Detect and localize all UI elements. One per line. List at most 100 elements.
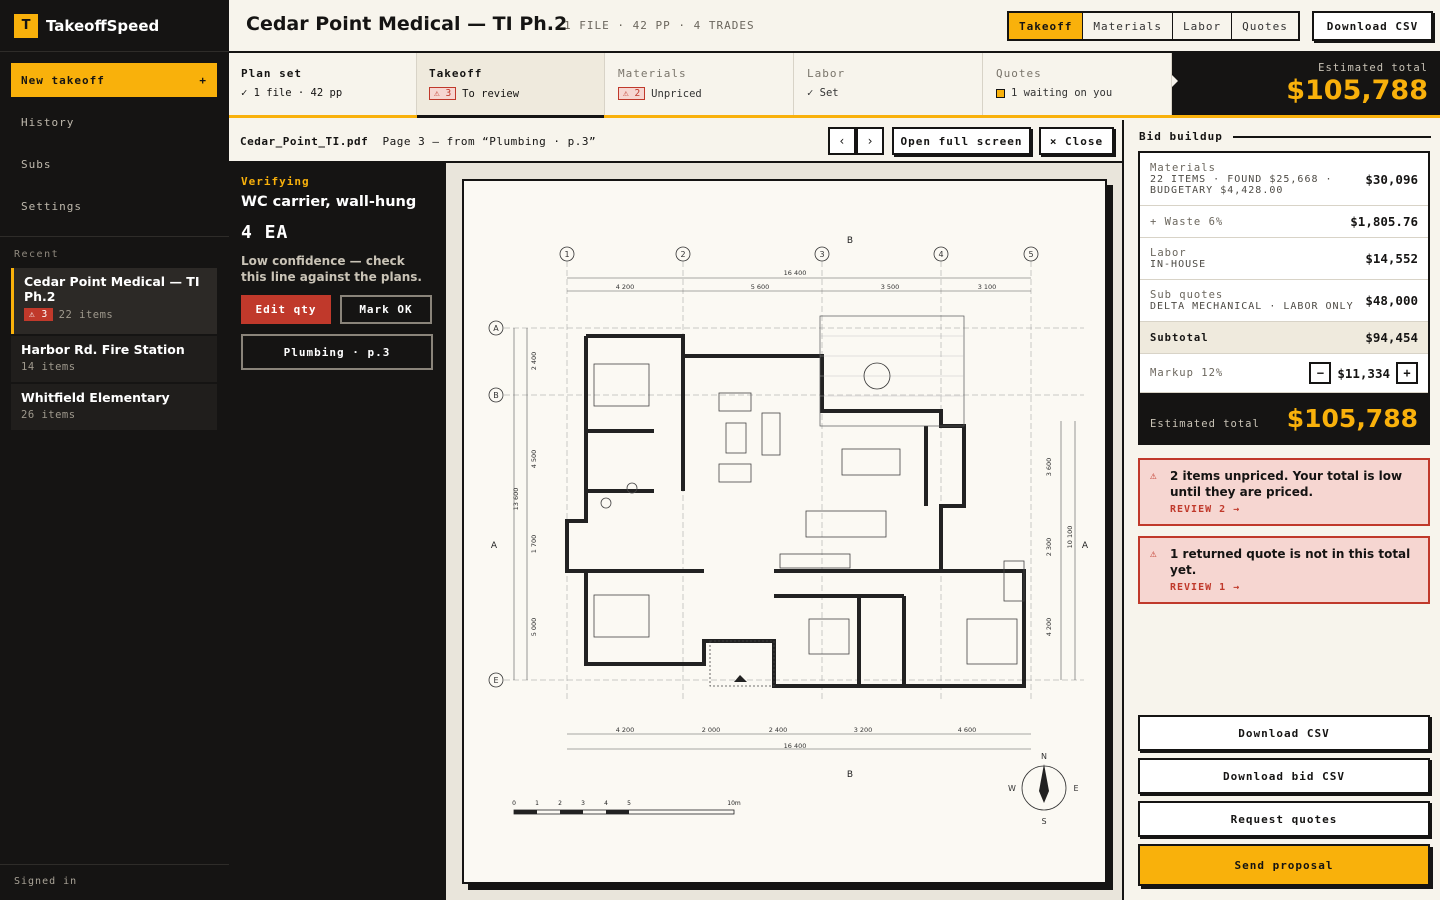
markup-increase-button[interactable]: + [1396,362,1418,384]
plus-icon: + [199,73,207,87]
edit-qty-button[interactable]: Edit qty [241,295,331,324]
tab-takeoff[interactable]: Takeoff [1009,13,1083,39]
recent-item-title: Cedar Point Medical — TI Ph.2 [24,274,200,304]
grid-label: 4 [938,250,943,259]
dimension-label: 16 400 [784,742,807,750]
page-info: Page 3 — from “Plumbing · p.3” [382,135,597,148]
alert-message: 2 items unpriced. Your total is low unti… [1170,469,1403,499]
alert-quote: ⚠ 1 returned quote is not in this total … [1138,536,1430,604]
workflow-steps: Plan set ✓ 1 file · 42 pp Takeoff ⚠ 3 To… [229,53,1440,118]
warning-icon: ⚠ [1150,547,1157,560]
view-tabs: Takeoff Materials Labor Quotes [1007,11,1300,41]
dimension-label: 2 400 [769,726,788,734]
dimension-label: 4 200 [616,283,635,291]
step-takeoff[interactable]: Takeoff ⚠ 3 To review [417,53,605,118]
signed-in-status[interactable]: Signed in [14,876,77,887]
bid-buildup-title: Bid buildup [1139,130,1223,143]
open-full-screen-button[interactable]: Open full screen [892,127,1031,155]
recent-item-meta: 26 items [21,409,76,421]
grid-label: 5 [1028,250,1033,259]
total-value: $105,788 [1286,403,1418,433]
grid-label: 1 [564,250,569,259]
close-viewer-button[interactable]: × Close [1039,127,1114,155]
plan-viewer[interactable]: 1 2 3 4 5 A B E 16 400 4 200 5 600 3 500… [446,163,1122,900]
scale-label: 1 [535,800,539,807]
recent-item-meta: 22 items [58,308,114,321]
row-value: $48,000 [1365,293,1418,308]
recent-label: Recent [14,249,60,260]
tab-materials[interactable]: Materials [1082,13,1172,39]
request-quotes-button[interactable]: Request quotes [1138,801,1430,837]
dimension-label: 16 400 [784,269,807,277]
bid-row-markup: Markup 12% − $11,334 + [1140,354,1428,393]
total-label: Estimated total [1150,418,1260,430]
compass-label: N [1041,752,1047,761]
sidebar-item-settings[interactable]: Settings [21,200,82,213]
compass-icon: N E S W [1008,752,1078,826]
bid-buildup-table: Materials 22 ITEMS · FOUND $25,668 · BUD… [1138,151,1430,445]
chevron-right-icon: › [866,134,874,148]
alert-unpriced: ⚠ 2 items unpriced. Your total is low un… [1138,458,1430,526]
row-sub: IN-HOUSE [1150,259,1207,270]
markup-decrease-button[interactable]: − [1309,362,1332,384]
section-marker: B [847,236,853,246]
step-materials[interactable]: Materials ⚠ 2 Unpriced [606,53,794,115]
alert-message: 1 returned quote is not in this total ye… [1170,547,1411,577]
plan-sheet[interactable]: 1 2 3 4 5 A B E 16 400 4 200 5 600 3 500… [462,179,1107,884]
dimension-label: 5 600 [751,283,770,291]
sidebar-item-subs[interactable]: Subs [21,158,52,171]
mark-ok-button[interactable]: Mark OK [340,295,432,324]
step-status: ✓ Set [807,87,839,99]
dimension-label: 3 200 [854,726,873,734]
recent-item-title: Harbor Rd. Fire Station [21,342,185,357]
send-proposal-button[interactable]: Send proposal [1138,844,1430,886]
next-page-button[interactable]: › [856,127,884,155]
download-bid-csv-button[interactable]: Download bid CSV [1138,758,1430,794]
scale-label: 2 [558,800,562,807]
sidebar-divider [0,236,229,237]
row-value: $94,454 [1365,330,1418,345]
recent-item[interactable]: Harbor Rd. Fire Station 14 items [11,336,217,382]
section-marker: A [491,541,498,551]
grid-label: E [493,676,498,685]
compass-label: E [1073,784,1078,793]
row-label: Markup 12% [1150,367,1224,379]
sidebar-item-history[interactable]: History [21,116,74,129]
scale-label: 10m [727,800,741,807]
step-label: Takeoff [429,67,483,80]
step-plan-set[interactable]: Plan set ✓ 1 file · 42 pp [229,53,417,115]
step-status: ✓ 1 file · 42 pp [241,87,343,99]
bid-row-materials[interactable]: Materials 22 ITEMS · FOUND $25,668 · BUD… [1140,153,1428,206]
review-link[interactable]: REVIEW 2 → [1170,504,1418,515]
tab-labor[interactable]: Labor [1171,13,1231,39]
estimated-total-value: $105,788 [1286,75,1428,106]
tab-quotes[interactable]: Quotes [1231,13,1298,39]
recent-item[interactable]: Whitfield Elementary 26 items [11,384,217,430]
scale-label: 3 [581,800,585,807]
file-name: Cedar_Point_TI.pdf [240,135,369,148]
new-takeoff-button[interactable]: New takeoff + [11,63,217,97]
source-page-button[interactable]: Plumbing · p.3 [241,334,433,370]
step-label: Quotes [996,67,1042,80]
bid-row-subtotal: Subtotal $94,454 [1140,322,1428,354]
download-csv-button[interactable]: Download CSV [1312,11,1433,41]
brand-logo-icon: T [14,13,38,38]
step-label: Materials [618,67,687,80]
step-quotes[interactable]: Quotes 1 waiting on you [984,53,1172,115]
warning-icon: ⚠ [1150,469,1157,482]
step-labor[interactable]: Labor ✓ Set [795,53,983,115]
brand[interactable]: T TakeoffSpeed [0,0,229,52]
verify-item-name: WC carrier, wall-hung [241,194,417,210]
page-title: Cedar Point Medical — TI Ph.2 [246,13,568,35]
prev-page-button[interactable]: ‹ [828,127,856,155]
review-link[interactable]: REVIEW 1 → [1170,582,1418,593]
estimated-total-label: Estimated total [1318,62,1428,74]
dimension-label: 2 000 [702,726,721,734]
download-csv-action[interactable]: Download CSV [1138,715,1430,751]
compass-label: S [1041,817,1046,826]
row-label: Materials [1150,162,1216,174]
bid-row-labor[interactable]: Labor IN-HOUSE $14,552 [1140,238,1428,280]
section-marker: A [1082,541,1089,551]
recent-item[interactable]: Cedar Point Medical — TI Ph.2 ⚠ 3 22 ite… [11,268,217,334]
bid-row-sub-quotes[interactable]: Sub quotes DELTA MECHANICAL · LABOR ONLY… [1140,280,1428,322]
